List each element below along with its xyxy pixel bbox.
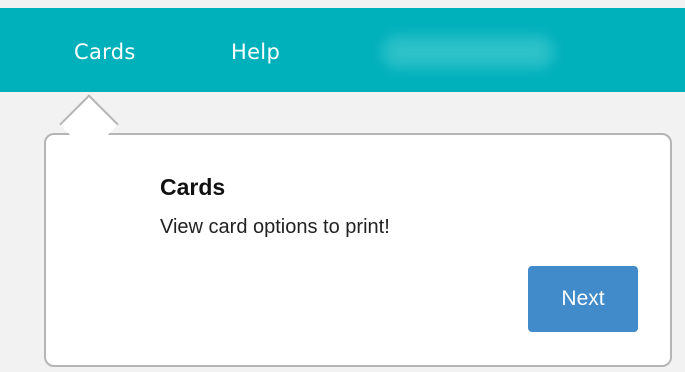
next-button[interactable]: Next: [528, 266, 638, 332]
blurred-nav-item: [382, 36, 554, 68]
top-navigation: Cards Help: [0, 8, 685, 92]
nav-item-cards[interactable]: Cards: [74, 39, 136, 65]
nav-item-help[interactable]: Help: [231, 39, 280, 65]
tour-description: View card options to print!: [160, 216, 390, 238]
tour-title: Cards: [160, 174, 226, 200]
